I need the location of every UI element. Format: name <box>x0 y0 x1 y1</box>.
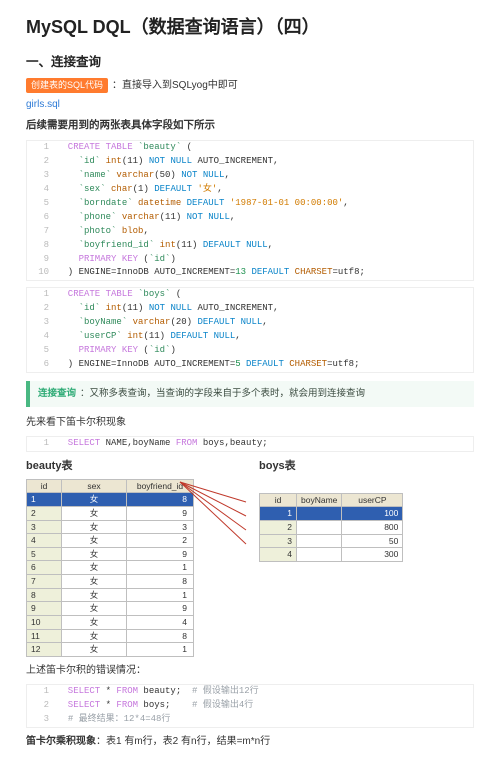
table-row: 3女3 <box>27 520 194 534</box>
table-row: 5女9 <box>27 547 194 561</box>
boys-table: idboyNameuserCP110028003504300 <box>259 493 403 562</box>
table-row: 2800 <box>260 520 403 534</box>
code-create-beauty: 1 CREATE TABLE `beauty` (2 `id` int(11) … <box>26 140 474 281</box>
sql-tag: 创建表的SQL代码 <box>26 78 108 94</box>
summary-line: 笛卡尔乘积现象：表1 有m行，表2 有n行，结果=m*n行 <box>26 734 474 749</box>
code-cartesian-detail: 1 SELECT * FROM beauty; # 假设输出12行2 SELEC… <box>26 684 474 728</box>
intro-line: 创建表的SQL代码 ：直接导入到SQLyog中即可 <box>26 78 474 94</box>
table-row: 4女2 <box>27 534 194 548</box>
section-heading: 一、连接查询 <box>26 53 474 72</box>
table-row: 1女8 <box>27 493 194 507</box>
callout-join: 连接查询 ：又称多表查询，当查询的字段来自于多个表时，就会用到连接查询 <box>26 381 474 407</box>
page-title: MySQL DQL（数据查询语言）（四） <box>26 14 474 41</box>
table-row: 10女4 <box>27 615 194 629</box>
before-cartesian: 先来看下笛卡尔积现象 <box>26 415 474 430</box>
table-row: 11女8 <box>27 629 194 643</box>
table-row: 350 <box>260 534 403 548</box>
tables-row: beauty表 idsexboyfriend_id1女82女93女34女25女9… <box>26 458 474 657</box>
beauty-column: beauty表 idsexboyfriend_id1女82女93女34女25女9… <box>26 458 241 657</box>
table-row: 12女1 <box>27 643 194 657</box>
sql-file-link[interactable]: girls.sql <box>26 97 474 112</box>
table-row: 8女1 <box>27 588 194 602</box>
code-create-boys: 1 CREATE TABLE `boys` (2 `id` int(11) NO… <box>26 287 474 373</box>
boys-title: boys表 <box>259 458 474 475</box>
code-select-cartesian: 1 SELECT NAME,boyName FROM boys,beauty; <box>26 436 474 452</box>
table-row: 2女9 <box>27 506 194 520</box>
table-row: 4300 <box>260 548 403 562</box>
boys-column: boys表 idboyNameuserCP110028003504300 <box>259 458 474 562</box>
document-page: MySQL DQL（数据查询语言）（四） 一、连接查询 创建表的SQL代码 ：直接… <box>0 0 500 773</box>
beauty-title: beauty表 <box>26 458 241 475</box>
callout-label: 连接查询 <box>38 388 76 399</box>
table-row: 6女1 <box>27 561 194 575</box>
table-row: 7女8 <box>27 575 194 589</box>
beauty-table: idsexboyfriend_id1女82女93女34女25女96女17女88女… <box>26 479 194 657</box>
summary-text: ：表1 有m行，表2 有n行，结果=m*n行 <box>96 736 270 747</box>
pre-tables-note: 后续需要用到的两张表具体字段如下所示 <box>26 118 474 134</box>
intro-text: ：直接导入到SQLyog中即可 <box>112 80 238 91</box>
table-row: 1100 <box>260 507 403 521</box>
summary-label: 笛卡尔乘积现象 <box>26 736 96 747</box>
after-tables-line: 上述笛卡尔积的错误情况： <box>26 663 474 678</box>
callout-text: ：又称多表查询，当查询的字段来自于多个表时，就会用到连接查询 <box>80 388 365 399</box>
table-row: 9女9 <box>27 602 194 616</box>
